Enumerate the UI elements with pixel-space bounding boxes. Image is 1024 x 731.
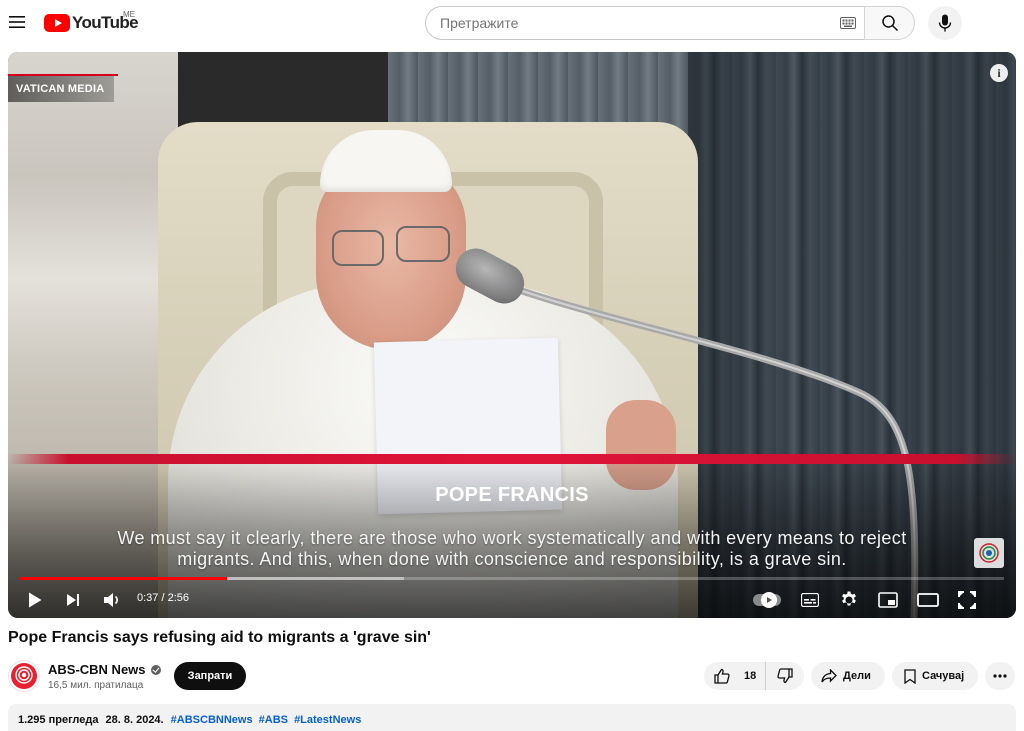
verified-icon <box>150 664 161 675</box>
share-icon <box>821 669 837 683</box>
current-time: 0:37 <box>137 592 159 604</box>
search-button[interactable] <box>864 6 915 40</box>
menu-button[interactable] <box>4 7 30 37</box>
video-caption: We must say it clearly, there are those … <box>28 528 996 570</box>
like-dislike-group: 18 <box>704 662 804 690</box>
fullscreen-button[interactable] <box>954 586 980 614</box>
info-button[interactable]: i <box>990 64 1008 82</box>
search-box <box>425 6 864 40</box>
search-icon <box>881 15 898 32</box>
theater-mode-button[interactable] <box>915 586 941 614</box>
channel-name[interactable]: ABS-CBN News <box>48 662 161 677</box>
voice-search-button[interactable] <box>928 6 962 40</box>
masthead: YouTube ME <box>0 0 1024 46</box>
volume-icon <box>104 593 118 607</box>
time-display: 0:37 / 2:56 <box>137 592 190 604</box>
share-button[interactable]: Дели <box>811 662 885 690</box>
hamburger-icon <box>9 16 25 28</box>
miniplayer-icon <box>878 592 898 608</box>
youtube-play-icon <box>44 14 70 32</box>
play-icon <box>29 592 42 608</box>
keyboard-icon[interactable] <box>840 17 856 29</box>
info-icon: i <box>997 65 1001 80</box>
subtitles-icon <box>801 593 819 607</box>
progress-played <box>20 577 227 580</box>
gear-icon <box>842 591 856 606</box>
more-actions-button[interactable] <box>985 662 1015 690</box>
like-button[interactable]: 18 <box>704 662 766 690</box>
bookmark-icon <box>904 668 916 684</box>
hashtag-link[interactable]: #ABS <box>259 714 288 726</box>
subtitles-button[interactable] <box>798 586 822 614</box>
video-player[interactable]: VATICAN MEDIA i POPE FRANCIS We must say… <box>8 52 1016 618</box>
video-title: Pope Francis says refusing aid to migran… <box>8 629 431 646</box>
abs-cbn-watermark-icon <box>974 538 1004 568</box>
progress-bar[interactable] <box>20 577 1004 580</box>
microphone-icon <box>938 14 952 32</box>
abs-cbn-logo-icon <box>11 663 37 689</box>
caption-line-2: migrants. And this, when done with consc… <box>177 549 847 569</box>
hashtag-link[interactable]: #ABSCBNNews <box>171 714 253 726</box>
subscribe-button[interactable]: Запрати <box>174 662 246 690</box>
more-horizontal-icon <box>993 674 1007 678</box>
share-label: Дели <box>843 670 871 682</box>
search-input[interactable] <box>440 15 820 31</box>
region-code: ME <box>123 10 135 19</box>
lower-third-bar <box>8 454 1016 464</box>
next-button[interactable] <box>60 586 86 614</box>
next-icon <box>67 594 79 606</box>
thumbs-down-icon <box>777 668 793 684</box>
settings-button[interactable] <box>837 586 861 614</box>
autoplay-toggle[interactable] <box>753 592 781 608</box>
theater-icon <box>917 593 939 607</box>
dislike-button[interactable] <box>766 662 804 690</box>
source-watermark: VATICAN MEDIA <box>8 74 119 102</box>
caption-line-1: We must say it clearly, there are those … <box>117 528 907 548</box>
fullscreen-icon <box>958 591 976 609</box>
like-count: 18 <box>744 670 757 682</box>
total-time: 2:56 <box>167 592 190 604</box>
description-box[interactable]: 1.295 прегледа 28. 8. 2024. #ABSCBNNews … <box>8 704 1016 731</box>
play-button[interactable] <box>22 586 48 614</box>
save-button[interactable]: Сачувај <box>892 662 978 690</box>
save-label: Сачувај <box>922 670 965 682</box>
autoplay-icon <box>761 592 777 608</box>
upload-date: 28. 8. 2024. <box>105 714 164 726</box>
volume-button[interactable] <box>98 586 126 614</box>
channel-avatar[interactable] <box>8 660 40 692</box>
subscriber-count: 16,5 мил. пратилаца <box>48 680 144 691</box>
speaker-name: POPE FRANCIS <box>435 484 589 506</box>
hashtag-link[interactable]: #LatestNews <box>294 714 361 726</box>
view-count: 1.295 прегледа <box>18 714 99 726</box>
miniplayer-button[interactable] <box>876 586 900 614</box>
thumbs-up-icon <box>714 668 730 684</box>
